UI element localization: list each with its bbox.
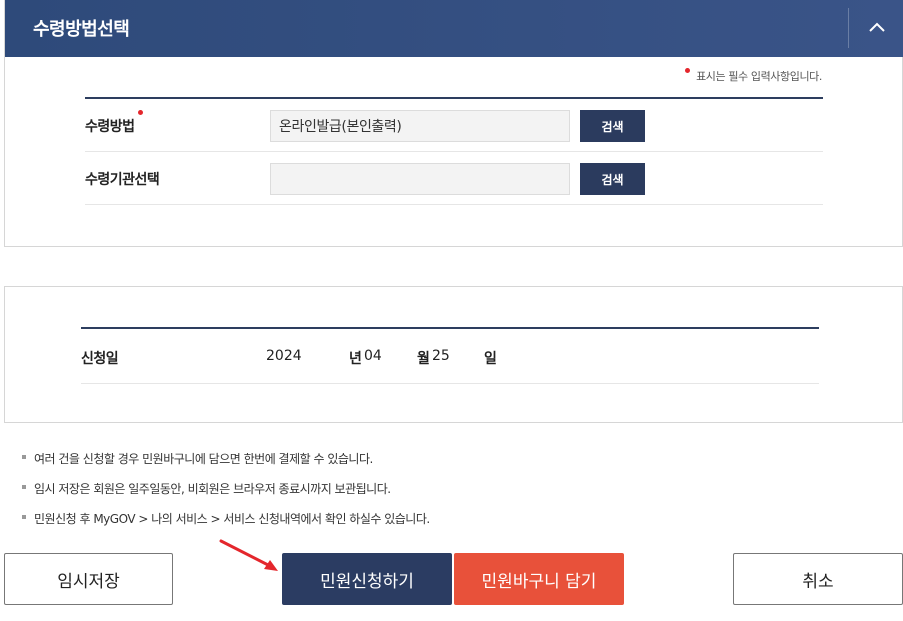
section-title: 수령방법선택 xyxy=(33,19,130,40)
collapse-button[interactable] xyxy=(850,0,903,57)
date-form-table: 신청일 2024 년 04 월 25 일 xyxy=(81,327,819,384)
receipt-agency-label: 수령기관선택 xyxy=(85,172,160,188)
guide-note: 민원신청 후 MyGOV > 나의 서비스 > 서비스 신청내역에서 확인 하실… xyxy=(22,510,430,540)
receipt-method-panel: 수령방법선택 표시는 필수 입력사항입니다. 수령방법 검색 수령기관선택 검색 xyxy=(4,0,903,247)
cancel-button[interactable]: 취소 xyxy=(733,553,903,605)
receipt-method-label: 수령방법 xyxy=(85,110,143,136)
header-divider xyxy=(848,8,849,48)
receipt-method-field[interactable] xyxy=(270,110,570,142)
form-row-application-date: 신청일 2024 년 04 월 25 일 xyxy=(81,329,819,384)
chevron-up-icon xyxy=(869,22,885,32)
required-note: 표시는 필수 입력사항입니다. xyxy=(685,68,822,84)
add-to-basket-button[interactable]: 민원바구니 담기 xyxy=(454,553,624,605)
temp-save-button[interactable]: 임시저장 xyxy=(4,553,173,605)
annotation-arrow-icon xyxy=(219,539,278,571)
date-month-unit: 월 xyxy=(417,351,430,367)
apply-button[interactable]: 민원신청하기 xyxy=(282,553,452,605)
required-note-text: 표시는 필수 입력사항입니다. xyxy=(696,70,822,83)
form-row-receipt-agency: 수령기관선택 검색 xyxy=(85,152,823,205)
date-month: 04 xyxy=(364,348,382,364)
date-year: 2024 xyxy=(266,348,302,364)
date-day: 25 xyxy=(432,348,450,364)
receipt-agency-search-button[interactable]: 검색 xyxy=(580,163,645,195)
guide-note: 임시 저장은 회원은 일주일동안, 비회원은 브라우저 종료시까지 보관됩니다. xyxy=(22,480,430,510)
receipt-method-label-text: 수령방법 xyxy=(85,119,135,135)
guide-notes: 여러 건을 신청할 경우 민원바구니에 담으면 한번에 결제할 수 있습니다. … xyxy=(22,450,430,540)
section-header: 수령방법선택 xyxy=(5,0,903,57)
required-dot-icon xyxy=(685,68,691,73)
receipt-method-search-button[interactable]: 검색 xyxy=(580,110,645,142)
receipt-form-table: 수령방법 검색 수령기관선택 검색 xyxy=(85,97,823,205)
guide-note: 여러 건을 신청할 경우 민원바구니에 담으면 한번에 결제할 수 있습니다. xyxy=(22,450,430,480)
application-date-label: 신청일 xyxy=(81,351,119,367)
form-row-receipt-method: 수령방법 검색 xyxy=(85,99,823,152)
application-date-panel: 신청일 2024 년 04 월 25 일 xyxy=(4,286,903,423)
required-dot-icon xyxy=(137,110,143,115)
receipt-agency-field[interactable] xyxy=(270,163,570,195)
date-year-unit: 년 xyxy=(349,351,362,367)
date-day-unit: 일 xyxy=(484,351,497,367)
